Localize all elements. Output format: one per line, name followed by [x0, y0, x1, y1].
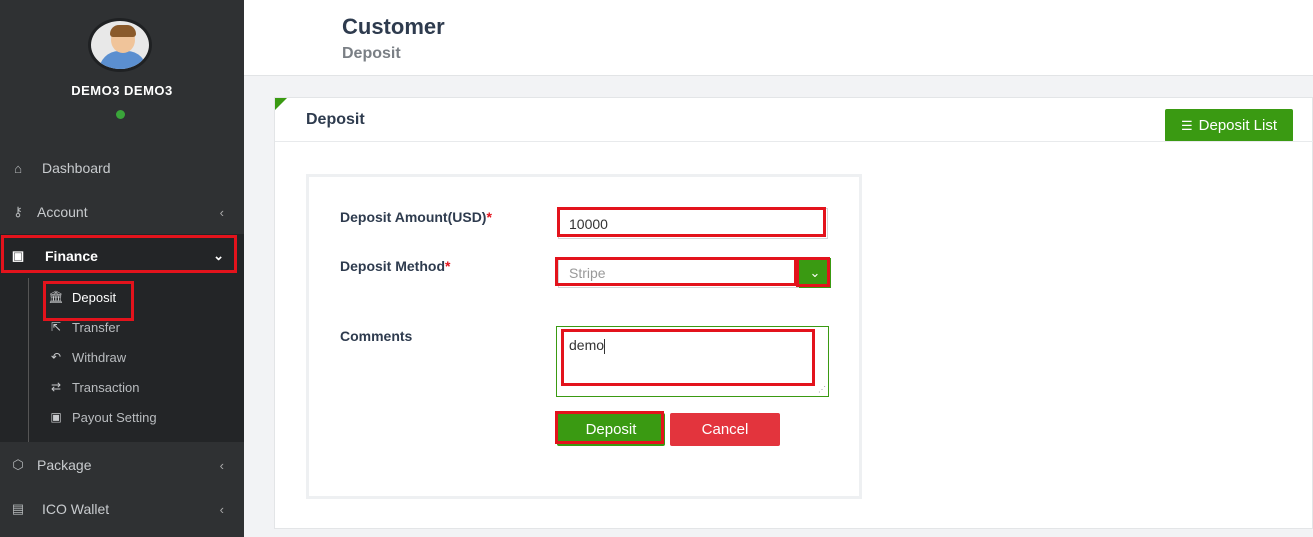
- comments-label: Comments: [340, 328, 413, 344]
- money-icon: ▣: [50, 410, 62, 424]
- sidebar-subitem-transfer[interactable]: ⇱ Transfer: [0, 312, 244, 342]
- breadcrumb: Deposit: [342, 45, 401, 62]
- bank-icon: 🏛: [48, 290, 64, 304]
- list-icon: ☰: [1180, 117, 1193, 133]
- box-icon: ⬡: [12, 457, 24, 472]
- key-icon: ⚷: [13, 204, 23, 219]
- deposit-list-button[interactable]: ☰ Deposit List: [1165, 109, 1293, 142]
- sidebar-subitem-withdraw[interactable]: ↶ Withdraw: [0, 342, 244, 372]
- deposit-form: Deposit Amount(USD)* 10000 Deposit Metho…: [306, 174, 862, 499]
- method-value: Stripe: [569, 265, 606, 281]
- sidebar-item-label: Account: [37, 204, 88, 220]
- sidebar-item-finance[interactable]: ▣ Finance ⌄: [0, 234, 244, 278]
- deposit-submit-button[interactable]: Deposit: [557, 413, 665, 446]
- chevron-left-icon: ‹: [219, 457, 224, 473]
- sidebar: DEMO3 DEMO3 ⌂ Dashboard ⚷ Account ‹ ▣ Fi…: [0, 0, 244, 537]
- home-icon: ⌂: [14, 160, 22, 176]
- sidebar-item-package[interactable]: ⬡ Package ‹: [0, 443, 244, 487]
- comments-value: demo: [569, 337, 605, 353]
- method-label: Deposit Method*: [340, 258, 451, 274]
- page-title: Customer: [342, 14, 445, 39]
- chevron-down-icon: ⌄: [213, 248, 224, 263]
- chevron-down-icon: ⌄: [809, 265, 821, 280]
- sidebar-item-label: Dashboard: [42, 160, 111, 176]
- avatar[interactable]: [88, 18, 152, 72]
- page-header: Customer Deposit: [244, 0, 1313, 76]
- deposit-card: Deposit ☰ Deposit List Deposit Amount(US…: [274, 97, 1313, 529]
- sidebar-subitem-label: Withdraw: [72, 349, 127, 365]
- card-title: Deposit: [306, 111, 365, 128]
- amount-value: 10000: [569, 215, 608, 232]
- comments-textarea[interactable]: demo ⋰: [556, 326, 829, 397]
- divider: [275, 141, 1313, 142]
- sidebar-item-account[interactable]: ⚷ Account ‹: [0, 190, 244, 234]
- money-icon: ▣: [11, 248, 25, 263]
- cancel-button[interactable]: Cancel: [670, 413, 780, 446]
- sidebar-subitem-deposit[interactable]: 🏛 Deposit: [0, 282, 244, 312]
- sidebar-subitem-payout-setting[interactable]: ▣ Payout Setting: [0, 402, 244, 432]
- method-dropdown-button[interactable]: ⌄: [799, 258, 831, 288]
- chevron-left-icon: ‹: [219, 204, 224, 220]
- amount-label: Deposit Amount(USD)*: [340, 209, 492, 225]
- sidebar-subitem-transaction[interactable]: ⇄ Transaction: [0, 372, 244, 402]
- sidebar-subitem-label: Transfer: [72, 319, 120, 335]
- share-icon: ⇱: [50, 320, 62, 334]
- sidebar-item-label: Package: [37, 457, 92, 473]
- method-select[interactable]: Stripe: [558, 258, 799, 288]
- finance-submenu: 🏛 Deposit ⇱ Transfer ↶ Withdraw ⇄ Transa…: [0, 278, 244, 442]
- id-card-icon: ▤: [11, 501, 25, 516]
- sidebar-subitem-label: Transaction: [72, 379, 140, 395]
- sidebar-item-dashboard[interactable]: ⌂ Dashboard: [0, 146, 244, 190]
- sidebar-item-label: Finance: [45, 248, 98, 264]
- resize-handle-icon[interactable]: ⋰: [818, 385, 826, 394]
- online-status-dot: [116, 110, 125, 119]
- exchange-icon: ⇄: [50, 380, 62, 394]
- deposit-list-label: Deposit List: [1198, 117, 1278, 134]
- sidebar-item-label: ICO Wallet: [42, 501, 110, 517]
- sidebar-item-ico-wallet[interactable]: ▤ ICO Wallet ‹: [0, 487, 244, 531]
- amount-input[interactable]: 10000: [558, 208, 828, 239]
- sidebar-subitem-label: Payout Setting: [72, 409, 157, 425]
- chevron-left-icon: ‹: [219, 501, 224, 517]
- user-name: DEMO3 DEMO3: [71, 83, 173, 98]
- card-corner-accent: [275, 98, 287, 110]
- reply-icon: ↶: [50, 350, 62, 364]
- sidebar-subitem-label: Deposit: [72, 289, 117, 305]
